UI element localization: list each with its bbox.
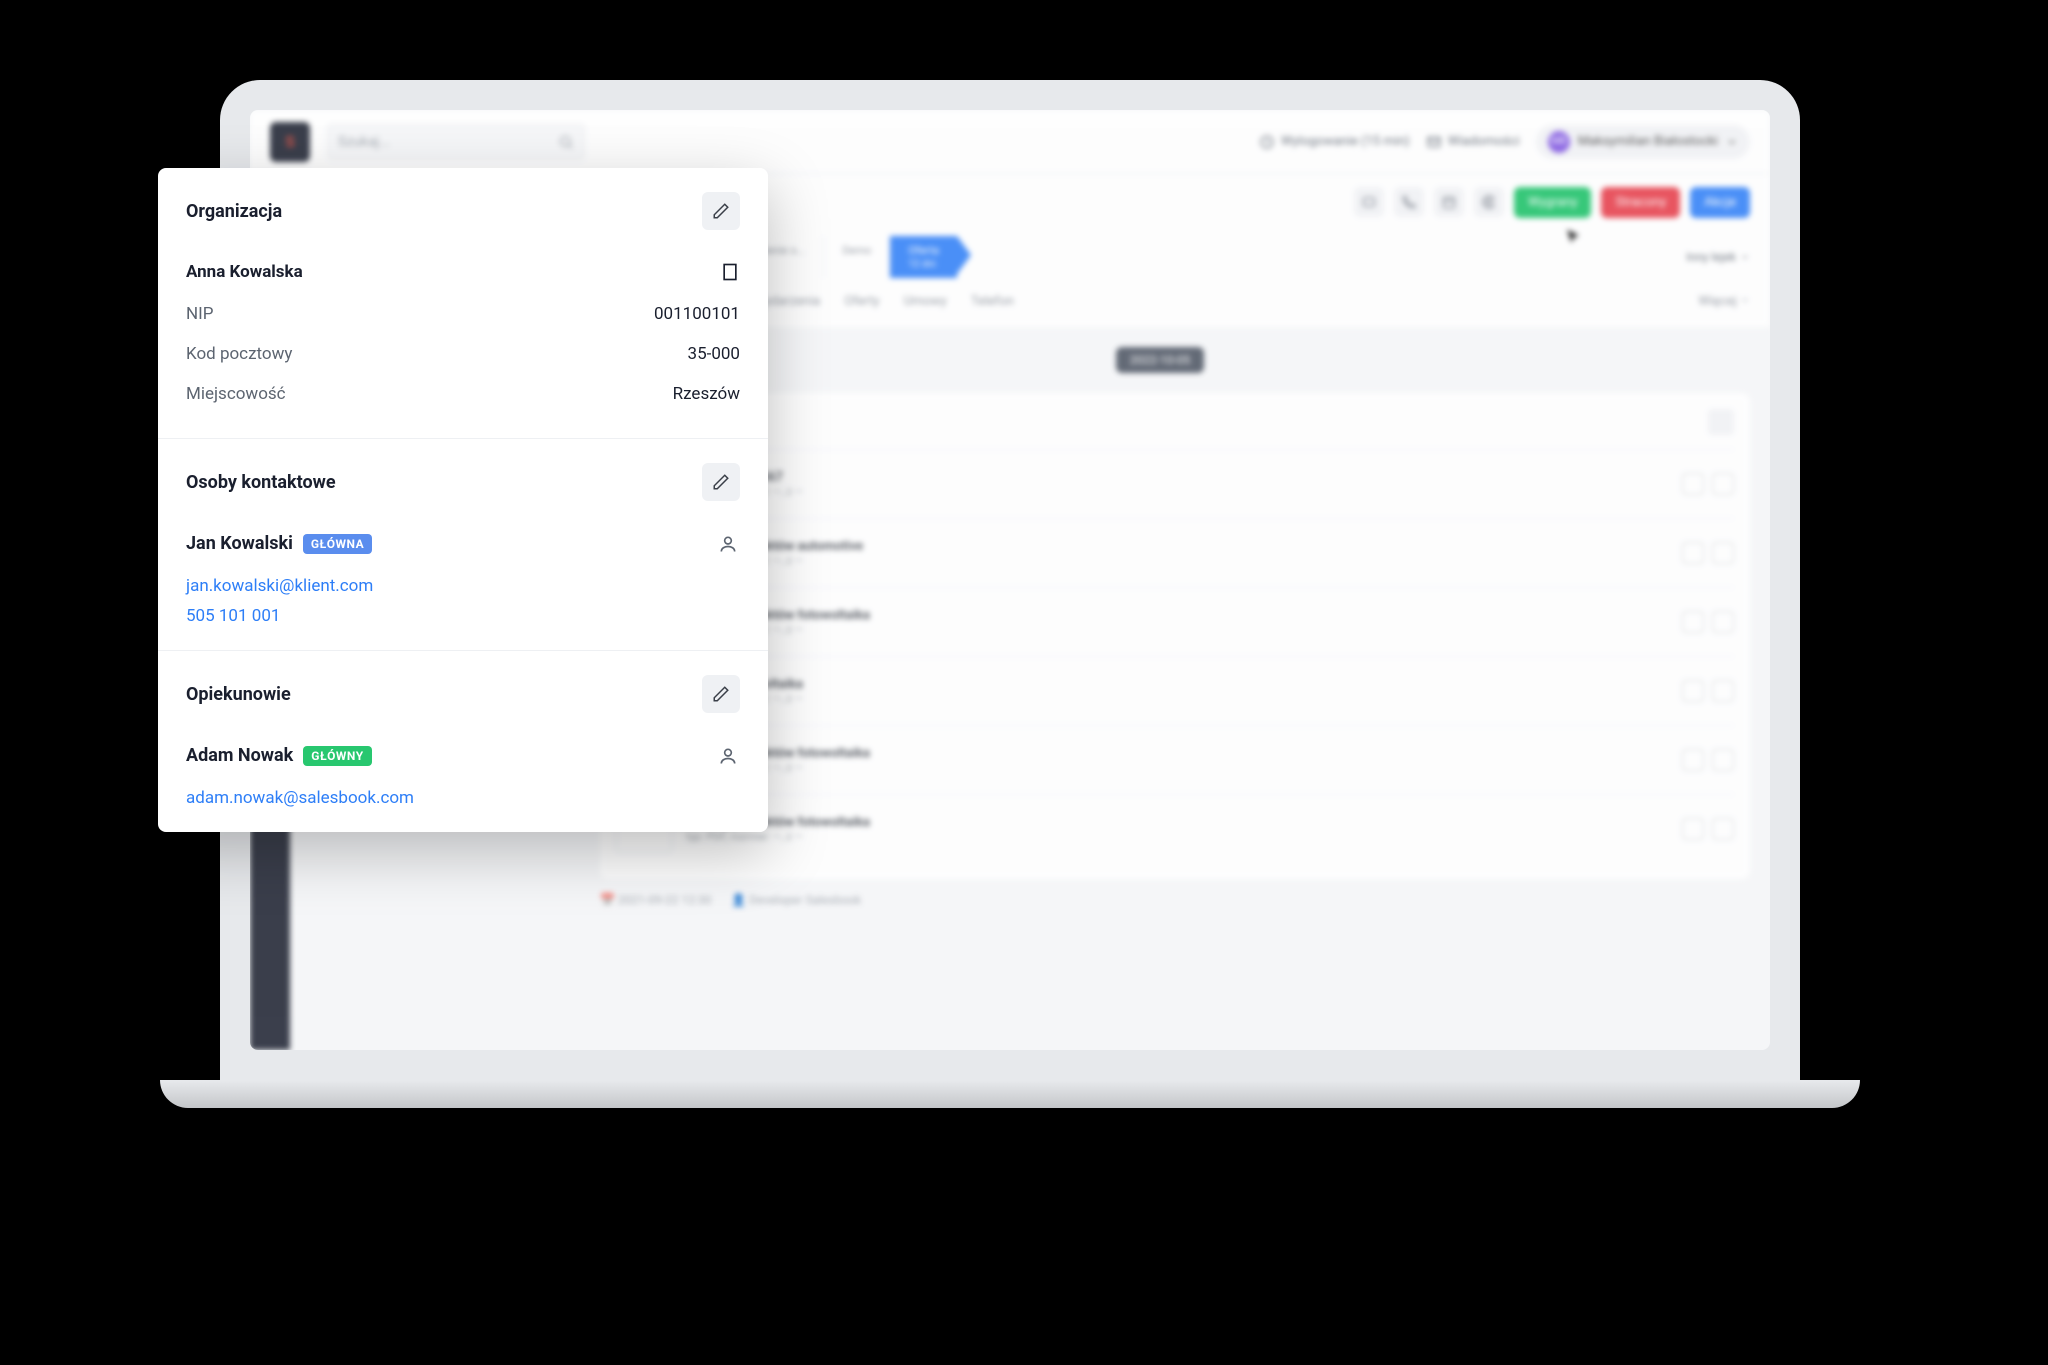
- field-label: Kod pocztowy: [186, 344, 292, 364]
- section-title: Organizacja: [186, 201, 282, 222]
- mail-action-icon[interactable]: [1354, 187, 1384, 217]
- file-name: katalog produktów fotowoltaika: [686, 608, 1668, 623]
- file-meta: typ: PDF, rozmiar: —, z —: [686, 761, 1668, 774]
- file-checkbox[interactable]: [1712, 542, 1734, 564]
- pencil-icon: [712, 202, 730, 220]
- cursor-icon: [1564, 228, 1580, 244]
- contact-name: Jan Kowalski GŁÓWNA: [186, 533, 372, 554]
- primary-badge: GŁÓWNY: [303, 746, 371, 766]
- search-input[interactable]: Szukaj...: [326, 123, 586, 161]
- messages-link[interactable]: Wiadomości: [1426, 134, 1520, 150]
- stage-active[interactable]: Oferta12 dni: [890, 236, 957, 278]
- date-pill: 2022-10-05: [1116, 347, 1205, 373]
- file-action-icon[interactable]: [1682, 473, 1704, 495]
- settings-action-icon[interactable]: [1474, 187, 1504, 217]
- clock-icon: [1259, 134, 1275, 150]
- person-icon: [718, 746, 740, 766]
- contact-phone[interactable]: 505 101 001: [186, 606, 740, 626]
- owners-section: Opiekunowie Adam Nowak GŁÓWNY adam.nowak…: [158, 651, 768, 832]
- file-action-icon[interactable]: [1682, 818, 1704, 840]
- user-menu[interactable]: MB Maksymilian Białostocki: [1536, 125, 1750, 159]
- chevron-down-icon: [1740, 295, 1750, 305]
- won-button[interactable]: Wygrany: [1514, 187, 1591, 218]
- file-action-icon[interactable]: [1682, 680, 1704, 702]
- file-name: zdjęcie fotowoltaika: [686, 677, 1668, 692]
- stage[interactable]: Demo: [824, 236, 890, 278]
- file-name: katalog produktów fotowoltaika: [686, 815, 1668, 830]
- chevron-down-icon: [1726, 136, 1738, 148]
- file-action-icon[interactable]: [1682, 611, 1704, 633]
- file-row[interactable]: katalog produktów automotive typ: PDF, r…: [616, 518, 1734, 587]
- file-checkbox[interactable]: [1712, 473, 1734, 495]
- edit-button[interactable]: [702, 192, 740, 230]
- user-name: Maksymilian Białostocki: [1578, 134, 1718, 149]
- logout-timer[interactable]: Wylogowanie (15 min): [1259, 134, 1410, 150]
- field-value: 001100101: [654, 304, 740, 324]
- organization-section: Organizacja Anna Kowalska NIP 001100101 K…: [158, 168, 768, 439]
- calendar-action-icon[interactable]: [1434, 187, 1464, 217]
- edit-button[interactable]: [702, 675, 740, 713]
- file-checkbox[interactable]: [1712, 749, 1734, 771]
- person-icon: [718, 534, 740, 554]
- pencil-icon: [712, 473, 730, 491]
- file-meta: typ: PDF, rozmiar: —, z —: [686, 623, 1668, 636]
- file-meta: typ: PDF, rozmiar: —, z —: [686, 554, 1668, 567]
- field-value: 35-000: [688, 344, 740, 364]
- file-checkbox[interactable]: [1712, 818, 1734, 840]
- tabs-more[interactable]: Więcej: [1698, 294, 1750, 317]
- file-name: katalog produktów automotive: [686, 539, 1668, 554]
- phone-action-icon[interactable]: [1394, 187, 1424, 217]
- section-title: Osoby kontaktowe: [186, 472, 336, 493]
- file-checkbox[interactable]: [1712, 611, 1734, 633]
- primary-badge: GŁÓWNA: [303, 534, 372, 554]
- mail-icon: [1426, 134, 1442, 150]
- owner-name: Adam Nowak GŁÓWNY: [186, 745, 372, 766]
- contact-email[interactable]: jan.kowalski@klient.com: [186, 576, 740, 596]
- field-label: NIP: [186, 304, 213, 324]
- owner-email[interactable]: adam.nowak@salesbook.com: [186, 788, 740, 808]
- file-row[interactable]: katalog produktów fotowoltaika typ: PDF,…: [616, 587, 1734, 656]
- file-name: katalog produktów fotowoltaika: [686, 746, 1668, 761]
- org-name: Anna Kowalska: [186, 262, 303, 282]
- lost-button[interactable]: Stracony: [1601, 187, 1680, 218]
- laptop-base: [160, 1080, 1860, 1108]
- funnel-selector[interactable]: Inny lejek: [1686, 236, 1750, 278]
- file-row[interactable]: faktura 1234567 typ: PDF, rozmiar: —, z …: [616, 449, 1734, 518]
- contacts-section: Osoby kontaktowe Jan Kowalski GŁÓWNA jan…: [158, 439, 768, 651]
- tab[interactable]: Umowy: [904, 294, 947, 317]
- actions-button[interactable]: Akcje: [1690, 187, 1750, 218]
- activity-card: Dodano plik faktura 1234567 typ: PDF, ro…: [600, 393, 1750, 879]
- file-meta: typ: PDF, rozmiar: —, z —: [686, 485, 1668, 498]
- activity-footer: 📅 2021-09-22 12:30 👤 Developer Salesbook: [600, 893, 1750, 907]
- building-icon: [720, 262, 740, 282]
- pencil-icon: [712, 685, 730, 703]
- tab[interactable]: Telefon: [971, 294, 1014, 317]
- topbar: S Szukaj... Wylogowanie (15 min): [250, 110, 1770, 174]
- card-menu-icon[interactable]: [1708, 409, 1734, 435]
- field-value: Rzeszów: [673, 384, 740, 404]
- file-row[interactable]: katalog produktów fotowoltaika typ: PDF,…: [616, 794, 1734, 863]
- file-row[interactable]: katalog produktów fotowoltaika typ: PDF,…: [616, 725, 1734, 794]
- file-action-icon[interactable]: [1682, 542, 1704, 564]
- search-placeholder: Szukaj...: [338, 134, 390, 150]
- avatar: MB: [1548, 131, 1570, 153]
- details-panel: Organizacja Anna Kowalska NIP 001100101 K…: [158, 168, 768, 832]
- file-action-icon[interactable]: [1682, 749, 1704, 771]
- file-name: faktura 1234567: [686, 470, 1668, 485]
- tab[interactable]: Oferty: [844, 294, 879, 317]
- search-icon: [558, 134, 574, 150]
- chevron-down-icon: [1740, 252, 1750, 262]
- edit-button[interactable]: [702, 463, 740, 501]
- app-logo[interactable]: S: [270, 122, 310, 162]
- file-checkbox[interactable]: [1712, 680, 1734, 702]
- section-title: Opiekunowie: [186, 684, 291, 705]
- file-meta: typ: PDF, rozmiar: —, z —: [686, 830, 1668, 843]
- file-row[interactable]: zdjęcie fotowoltaika typ: PDF, rozmiar: …: [616, 656, 1734, 725]
- file-meta: typ: PDF, rozmiar: —, z —: [686, 692, 1668, 705]
- field-label: Miejscowość: [186, 384, 286, 404]
